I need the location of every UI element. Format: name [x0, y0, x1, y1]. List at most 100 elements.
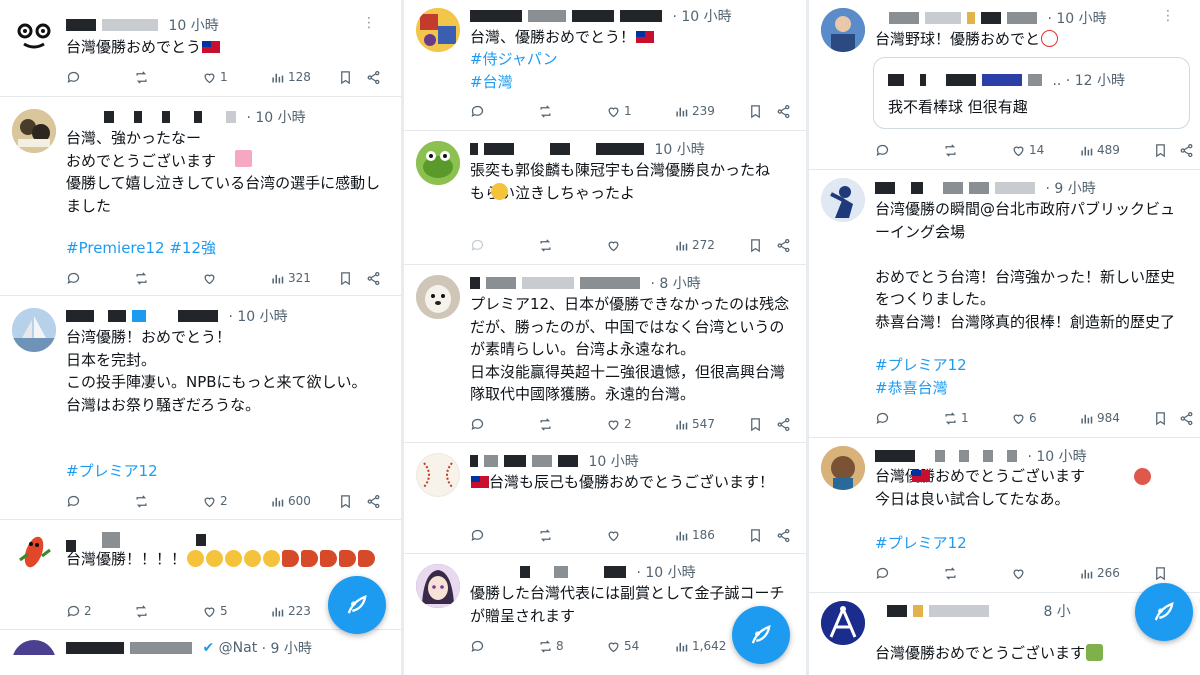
avatar[interactable]: [821, 8, 865, 52]
like-button[interactable]: [606, 526, 624, 544]
tweet[interactable]: · 10 小時 ⋮ 台灣野球！優勝おめでと .. · 12 小時 我不看棒球 但…: [809, 0, 1200, 170]
reply-button[interactable]: [66, 68, 84, 86]
reply-button[interactable]: [875, 141, 893, 159]
like-button[interactable]: [202, 269, 220, 287]
hashtags[interactable]: #プレミア12: [875, 532, 1188, 555]
reply-button[interactable]: [470, 637, 488, 655]
avatar[interactable]: [12, 530, 56, 574]
like-button[interactable]: 1: [606, 102, 632, 120]
views-button[interactable]: 128: [270, 68, 311, 86]
reply-button[interactable]: [470, 236, 488, 254]
tweet[interactable]: · 10 小時 台灣、強かったなー おめでとうございます 優勝して嬉し泣きしてい…: [0, 97, 401, 296]
like-button[interactable]: 2: [202, 492, 228, 510]
share-button[interactable]: [366, 492, 381, 510]
more-icon[interactable]: ⋮: [1161, 8, 1175, 24]
retweet-button[interactable]: [538, 236, 556, 254]
views-button[interactable]: 1,642: [674, 637, 726, 655]
like-button[interactable]: [606, 236, 624, 254]
bookmark-button[interactable]: [1153, 409, 1168, 427]
tweet[interactable]: · 10 小時 台灣優勝おめでとうございます 今日は良い試合してたなあ。 #プレ…: [809, 438, 1200, 593]
hashtags[interactable]: #プレミア12: [66, 460, 389, 483]
share-button[interactable]: [776, 415, 791, 433]
like-button[interactable]: 2: [606, 415, 632, 433]
tweet[interactable]: 10 小時 張奕も郭俊麟も陳冠宇も台灣優勝良かったね もらい泣きしちゃったよ 2…: [404, 131, 806, 265]
views-button[interactable]: 272: [674, 236, 715, 254]
retweet-button[interactable]: [134, 68, 152, 86]
retweet-button[interactable]: [538, 102, 556, 120]
retweet-button[interactable]: [538, 526, 556, 544]
views-button[interactable]: 547: [674, 415, 715, 433]
retweet-button[interactable]: [134, 269, 152, 287]
bookmark-button[interactable]: [1153, 141, 1168, 159]
hashtags[interactable]: #侍ジャパン #台灣: [470, 48, 794, 93]
views-button[interactable]: 239: [674, 102, 715, 120]
reply-button[interactable]: [66, 492, 84, 510]
retweet-button[interactable]: [538, 415, 556, 433]
share-button[interactable]: [776, 236, 791, 254]
avatar[interactable]: [821, 178, 865, 222]
bookmark-button[interactable]: [748, 102, 763, 120]
reply-button[interactable]: [875, 564, 893, 582]
tweet[interactable]: · 10 小時 台湾優勝！おめでとう！ 日本を完封。 この投手陣凄い。NPBにも…: [0, 296, 401, 520]
bookmark-button[interactable]: [1153, 564, 1168, 582]
tweet[interactable]: · 10 小時 台灣、優勝おめでとう！ #侍ジャパン #台灣 1 239: [404, 0, 806, 131]
tweet[interactable]: 10 小時 ⋮ 台灣優勝おめでとう 1 128: [0, 0, 401, 97]
bookmark-button[interactable]: [338, 269, 353, 287]
like-button[interactable]: 1: [202, 68, 228, 86]
reply-button[interactable]: 2: [66, 602, 92, 620]
retweet-button[interactable]: 1: [943, 409, 969, 427]
like-button[interactable]: [1011, 564, 1029, 582]
retweet-button[interactable]: [943, 141, 961, 159]
avatar[interactable]: [416, 453, 460, 497]
avatar[interactable]: [821, 446, 865, 490]
views-button[interactable]: 489: [1079, 141, 1120, 159]
avatar[interactable]: [12, 308, 56, 352]
compose-button[interactable]: [328, 576, 386, 634]
retweet-button[interactable]: [134, 492, 152, 510]
avatar[interactable]: [821, 601, 865, 645]
views-button[interactable]: 223: [270, 602, 311, 620]
avatar[interactable]: [416, 564, 460, 608]
retweet-button[interactable]: [943, 564, 961, 582]
views-button[interactable]: 186: [674, 526, 715, 544]
avatar[interactable]: [416, 8, 460, 52]
reply-button[interactable]: [66, 269, 84, 287]
hashtags[interactable]: #Premiere12 #12強: [66, 237, 389, 260]
avatar[interactable]: [12, 14, 56, 58]
tweet[interactable]: · 9 小時 台湾優勝の瞬間@台北市政府パブリックビューイング会場 おめでとう台…: [809, 170, 1200, 438]
share-button[interactable]: [776, 102, 791, 120]
bookmark-button[interactable]: [748, 236, 763, 254]
reply-button[interactable]: [875, 409, 893, 427]
like-button[interactable]: 54: [606, 637, 639, 655]
like-button[interactable]: 6: [1011, 409, 1037, 427]
share-button[interactable]: [366, 68, 381, 86]
tweet[interactable]: 10 小時 台灣も辰己も優勝おめでとうございます！ 186: [404, 443, 806, 554]
share-button[interactable]: [1179, 409, 1194, 427]
hashtags[interactable]: #プレミア12 #恭喜台灣: [875, 354, 1188, 399]
retweet-button[interactable]: 8: [538, 637, 564, 655]
reply-button[interactable]: [470, 415, 488, 433]
share-button[interactable]: [776, 526, 791, 544]
quoted-tweet[interactable]: .. · 12 小時 我不看棒球 但很有趣: [873, 57, 1190, 129]
bookmark-button[interactable]: [338, 492, 353, 510]
reply-button[interactable]: [470, 526, 488, 544]
reply-button[interactable]: [470, 102, 488, 120]
retweet-button[interactable]: [134, 602, 152, 620]
avatar[interactable]: [416, 275, 460, 319]
views-button[interactable]: 266: [1079, 564, 1120, 582]
compose-button[interactable]: [1135, 583, 1193, 641]
views-button[interactable]: 321: [270, 269, 311, 287]
like-button[interactable]: 5: [202, 602, 228, 620]
views-button[interactable]: 600: [270, 492, 311, 510]
more-icon[interactable]: ⋮: [362, 15, 376, 31]
views-button[interactable]: 984: [1079, 409, 1120, 427]
tweet[interactable]: · 8 小時 プレミア12、日本が優勝できなかったのは残念だが、勝ったのが、中国…: [404, 265, 806, 443]
avatar[interactable]: [416, 141, 460, 185]
avatar[interactable]: [12, 109, 56, 153]
bookmark-button[interactable]: [748, 526, 763, 544]
bookmark-button[interactable]: [748, 415, 763, 433]
compose-button[interactable]: [732, 606, 790, 664]
like-button[interactable]: 14: [1011, 141, 1044, 159]
bookmark-button[interactable]: [338, 68, 353, 86]
share-button[interactable]: [366, 269, 381, 287]
